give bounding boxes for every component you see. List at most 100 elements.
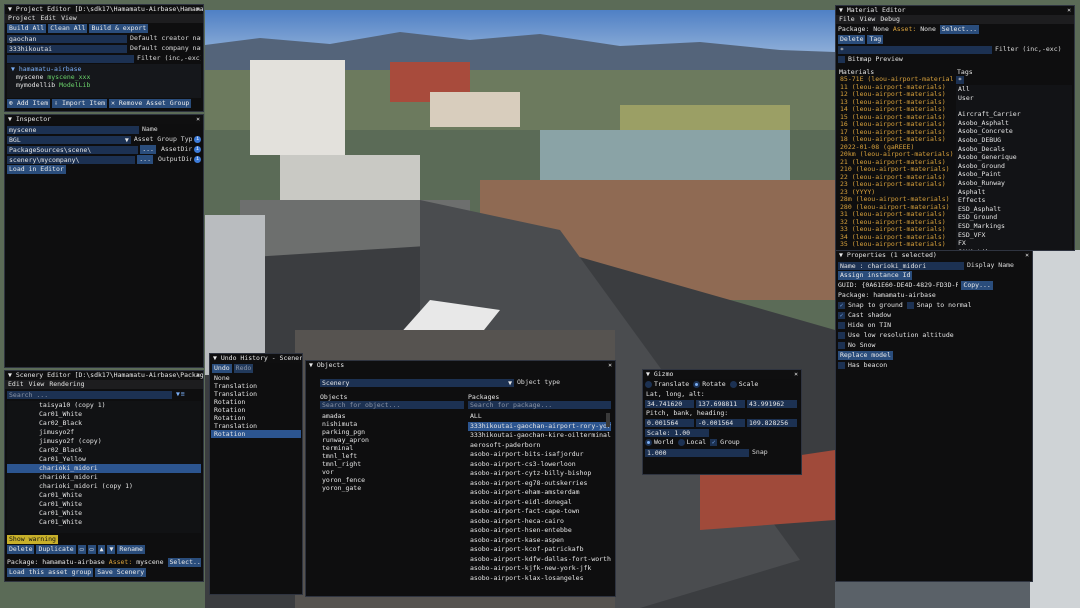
delete-button[interactable]: Delete	[7, 545, 35, 554]
material-list-item[interactable]: 32 (leou-airport-materials)	[838, 219, 954, 227]
menu-view[interactable]: View	[29, 380, 45, 388]
tags-filter-input[interactable]: *	[956, 76, 964, 84]
scenery-list-item[interactable]: Car01_White	[7, 500, 201, 509]
package-list-item[interactable]: asobo-airport-eidl-donegal	[468, 498, 611, 508]
tag-list-item[interactable]: Asobo_Concrete	[956, 127, 1072, 136]
object-type-select[interactable]: Scenery ▼	[320, 378, 514, 387]
scenery-list-item[interactable]: Car01_White	[7, 518, 201, 527]
package-list-item[interactable]: 333hikoutai-gaochan-airport-rory-yoron	[468, 421, 611, 431]
material-list-item[interactable]: 18 (leou-airport-materials)	[838, 136, 954, 144]
info-icon[interactable]: i	[194, 156, 201, 163]
asset-group-name-input[interactable]: myscene	[7, 125, 139, 134]
load-asset-group-button[interactable]: Load this asset group	[7, 568, 94, 577]
local-radio[interactable]	[677, 439, 685, 446]
object-list-item[interactable]: amadas	[320, 412, 464, 420]
hide-on-tin-checkbox[interactable]	[838, 322, 845, 329]
material-list-item[interactable]: 21 (leou-airport-materials)	[838, 159, 954, 167]
folder-open-icon[interactable]: ▭	[87, 545, 96, 554]
tree-node-myscene[interactable]: myscene myscene_xxx	[8, 73, 200, 81]
material-list-item[interactable]: 13 (leou-airport-materials)	[838, 99, 954, 107]
load-in-editor-button[interactable]: Load in Editor	[7, 165, 66, 174]
material-list-item[interactable]: 20km (leou-airport-materials)	[838, 151, 954, 159]
scenery-search-input[interactable]: Search ...	[7, 390, 172, 399]
browse-button[interactable]: ...	[137, 155, 153, 164]
tag-list-item[interactable]: User	[956, 94, 1072, 103]
company-name-input[interactable]: 333hikoutai	[7, 44, 128, 53]
asset-dir-input[interactable]: PackageSources\scene\	[7, 145, 139, 154]
material-list-item[interactable]: 23 (leou-airport-materials)	[838, 181, 954, 189]
tag-list-item[interactable]: Asobo_Runway	[956, 179, 1072, 188]
low-res-altitude-checkbox[interactable]	[838, 332, 845, 339]
name-input[interactable]: Name : charioki_midori	[838, 261, 964, 270]
package-list-item[interactable]: asobo-airport-hsen-entebbe	[468, 526, 611, 536]
undo-list-item[interactable]: Rotation	[211, 406, 301, 414]
menu-view[interactable]: View	[860, 15, 876, 23]
properties-titlebar[interactable]: ▼ Properties (1 selected) ×	[836, 251, 1032, 260]
browse-button[interactable]: ...	[140, 145, 156, 154]
scenery-list-item[interactable]: charioki_midori	[7, 464, 201, 473]
save-scenery-button[interactable]: Save Scenery	[95, 568, 147, 577]
gizmo-titlebar[interactable]: ▼ Gizmo ×	[643, 370, 801, 379]
cast-shadow-checkbox[interactable]: ✓	[838, 312, 845, 319]
close-icon[interactable]: ×	[608, 361, 612, 370]
scenery-list-item[interactable]: jimusyo2f	[7, 428, 201, 437]
material-list-item[interactable]: 35 (leou-airport-materials)	[838, 241, 954, 249]
package-list-item[interactable]: asobo-airport-kdfw-dallas-fort-worth	[468, 555, 611, 565]
group-checkbox[interactable]: ✓	[710, 439, 718, 446]
heading-input[interactable]: 109.828256	[747, 418, 797, 427]
tag-list-item[interactable]: Asobo_Generique	[956, 153, 1072, 162]
material-list-item[interactable]: 23 (YYYY)	[838, 189, 954, 197]
snap-to-ground-checkbox[interactable]: ✓	[838, 302, 845, 309]
close-icon[interactable]: ×	[1067, 6, 1071, 15]
package-list-item[interactable]: asobo-airport-kase-aspen	[468, 536, 611, 546]
object-list-item[interactable]: tmnl_left	[320, 452, 464, 460]
rename-button[interactable]: Rename	[117, 545, 145, 554]
folder-icon[interactable]: ▭	[77, 545, 86, 554]
scenery-list-item[interactable]: Car02_Black	[7, 446, 201, 455]
package-list-item[interactable]: asobo-airport-klax-losangeles	[468, 574, 611, 584]
material-list-item[interactable]: 16 (leou-airport-materials)	[838, 121, 954, 129]
altitude-input[interactable]: 43.991962	[747, 399, 797, 408]
material-list-item[interactable]: 280 (leou-airport-materials)	[838, 204, 954, 212]
scenery-list-item[interactable]: Car01_Yellow	[7, 455, 201, 464]
package-list-item[interactable]: asobo-airport-heca-cairo	[468, 517, 611, 527]
snap-input[interactable]: 1.000	[645, 448, 749, 457]
package-scrollbar[interactable]	[606, 413, 610, 427]
undo-list-item[interactable]: Rotation	[211, 414, 301, 422]
no-snow-checkbox[interactable]	[838, 342, 845, 349]
menu-file[interactable]: File	[839, 15, 855, 23]
select-button[interactable]: Select...	[167, 558, 201, 567]
scenery-list-item[interactable]: charioki_midori	[7, 473, 201, 482]
package-list-item[interactable]: ALL	[468, 412, 611, 422]
package-list-item[interactable]: asobo-airport-fact-cape-town	[468, 507, 611, 517]
menu-edit[interactable]: Edit	[8, 380, 24, 388]
show-warning-button[interactable]: Show warning	[7, 535, 58, 544]
menu-project[interactable]: Project	[8, 14, 35, 22]
tag-list-item[interactable]: Effects	[956, 196, 1072, 205]
package-list-item[interactable]: asobo-airport-cs3-lowerloon	[468, 460, 611, 470]
clean-all-button[interactable]: Clean All	[48, 24, 88, 33]
menu-rendering[interactable]: Rendering	[49, 380, 84, 388]
package-list-item[interactable]: aerosoft-paderborn	[468, 441, 611, 451]
close-icon[interactable]: ×	[794, 370, 798, 379]
close-icon[interactable]: ×	[1025, 251, 1029, 260]
info-icon[interactable]: i	[194, 136, 201, 143]
latitude-input[interactable]: 34.741620	[645, 399, 694, 408]
scenery-list-item[interactable]: taisya10 (copy 1)	[7, 401, 201, 410]
close-icon[interactable]: ×	[196, 5, 200, 14]
copy-button[interactable]: Copy...	[961, 281, 993, 290]
build-all-button[interactable]: Build All	[7, 24, 47, 33]
undo-list-item[interactable]: Translation	[211, 382, 301, 390]
tag-list-item[interactable]: Asphalt	[956, 188, 1072, 197]
tag-list-item[interactable]: Asobo_Asphalt	[956, 119, 1072, 128]
object-list-item[interactable]: runway_apron	[320, 436, 464, 444]
material-list-item[interactable]: 2022-01-08 (gaREEE)	[838, 144, 954, 152]
snap-to-normal-checkbox[interactable]	[906, 302, 914, 309]
menu-edit[interactable]: Edit	[40, 14, 56, 22]
output-dir-input[interactable]: scenery\mycompany\	[7, 155, 136, 164]
add-item-button[interactable]: ⊕ Add Item	[7, 99, 51, 108]
package-list-item[interactable]: 333hikoutai-gaochan-kire-oilterminal	[468, 431, 611, 441]
scenery-editor-titlebar[interactable]: ▼ Scenery Editor [D:\sdk17\Hamamatu-Airb…	[5, 371, 203, 380]
delete-button[interactable]: Delete	[838, 35, 866, 44]
translate-radio[interactable]	[645, 381, 652, 388]
